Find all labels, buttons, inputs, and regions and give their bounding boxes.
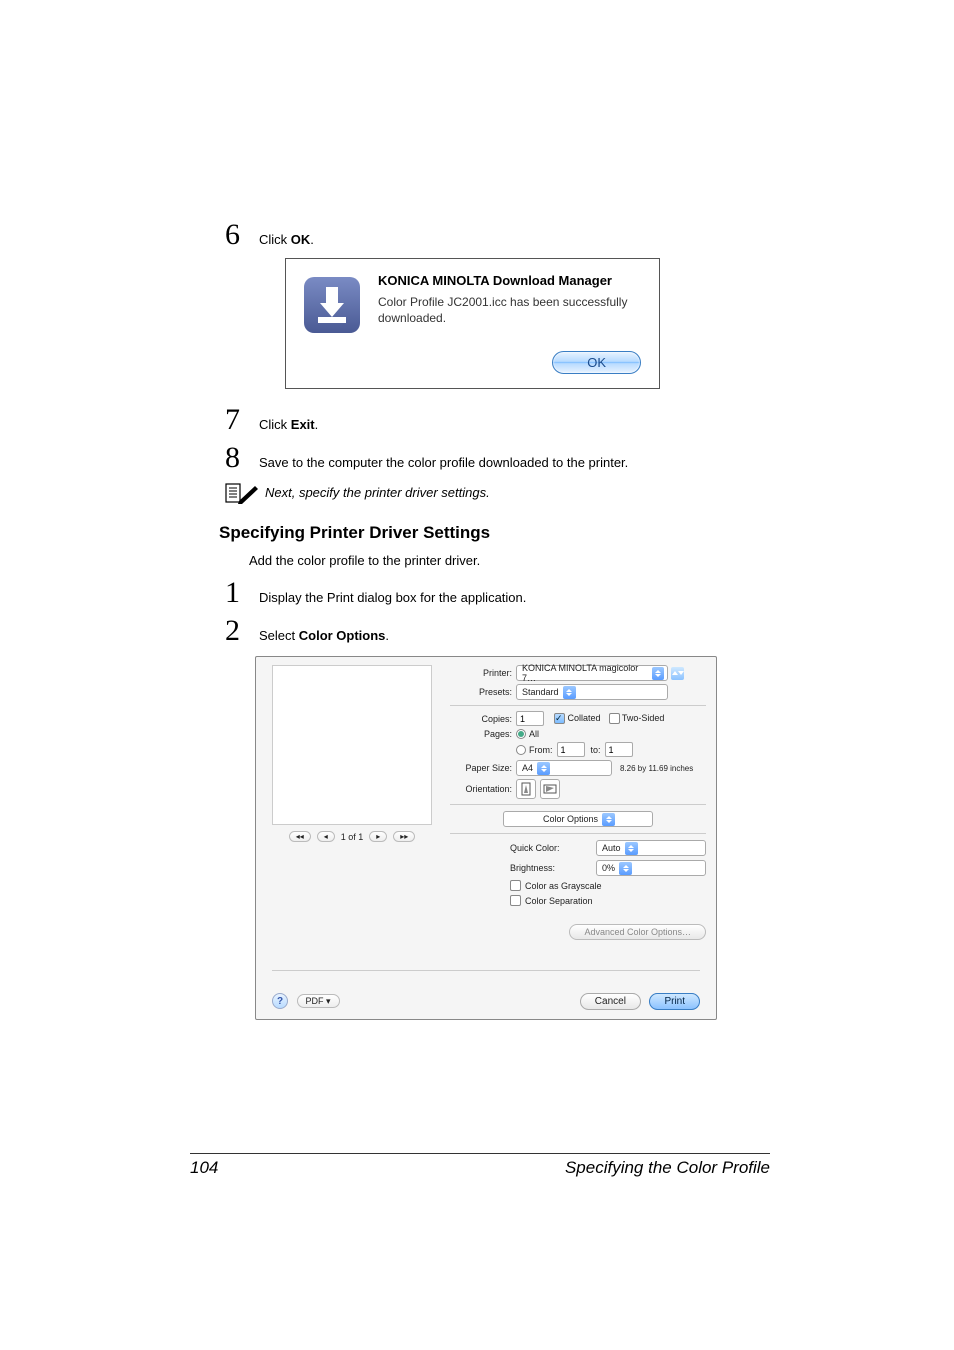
section-intro: Add the color profile to the printer dri… [249, 553, 765, 568]
orientation-label: Orientation: [450, 784, 512, 794]
pdf-menu-button[interactable]: PDF ▾ [297, 994, 340, 1008]
preview-next-button[interactable]: ▸ [369, 831, 387, 842]
step-text: Display the Print dialog box for the app… [259, 590, 526, 605]
dropdown-arrow-icon [625, 842, 638, 855]
orientation-landscape-button[interactable] [540, 779, 560, 799]
dialog-title: KONICA MINOLTA Download Manager [378, 273, 641, 288]
quick-color-label: Quick Color: [510, 843, 596, 853]
step-text: Click Exit. [259, 417, 318, 432]
printer-info-button[interactable] [671, 667, 684, 680]
print-dialog: ◂◂◂ 1 of 1 ▸▸▸ Printer: KONICA MINOLTA m… [255, 656, 717, 1020]
cancel-button[interactable]: Cancel [580, 993, 641, 1010]
preview-page-indicator: 1 of 1 [341, 832, 364, 842]
copies-label: Copies: [450, 714, 512, 724]
copies-input[interactable] [516, 711, 544, 726]
footer-title: Specifying the Color Profile [565, 1158, 770, 1178]
ok-button[interactable]: OK [552, 351, 641, 374]
note-text: Next, specify the printer driver setting… [265, 485, 490, 500]
dialog-message: Color Profile JC2001.icc has been succes… [378, 294, 641, 326]
step-number: 2 [225, 614, 255, 648]
paper-size-label: Paper Size: [450, 763, 512, 773]
pages-label: Pages: [450, 729, 512, 739]
two-sided-label: Two-Sided [622, 713, 665, 723]
collated-label: Collated [568, 713, 601, 723]
quick-color-select[interactable]: Auto [596, 840, 706, 856]
pages-all-label: All [529, 729, 539, 739]
color-separation-label: Color Separation [525, 896, 593, 906]
printer-select[interactable]: KONICA MINOLTA magicolor 7… [516, 665, 668, 681]
step-number: 8 [225, 441, 255, 475]
preview-prev-button[interactable]: ◂ [317, 831, 335, 842]
presets-label: Presets: [450, 687, 512, 697]
options-panel-select[interactable]: Color Options [503, 811, 653, 827]
presets-select[interactable]: Standard [516, 684, 668, 700]
step-number: 7 [225, 403, 255, 437]
pages-all-radio[interactable] [516, 729, 526, 739]
print-button[interactable]: Print [649, 993, 700, 1010]
help-button[interactable]: ? [272, 993, 288, 1009]
note-icon [225, 481, 257, 503]
step-7: 7 Click Exit. [225, 403, 765, 437]
pages-from-radio[interactable] [516, 745, 526, 755]
step-number: 6 [225, 218, 255, 252]
two-sided-checkbox[interactable] [609, 713, 620, 724]
step-8: 8 Save to the computer the color profile… [225, 441, 765, 475]
section-heading: Specifying Printer Driver Settings [219, 523, 765, 543]
grayscale-label: Color as Grayscale [525, 881, 602, 891]
dropdown-arrow-icon [537, 762, 550, 775]
step-text: Save to the computer the color profile d… [259, 455, 628, 470]
step-text: Select Color Options. [259, 628, 389, 643]
grayscale-checkbox[interactable] [510, 880, 521, 891]
pages-to-input[interactable] [605, 742, 633, 757]
pages-to-label: to: [591, 745, 601, 755]
advanced-color-options-button[interactable]: Advanced Color Options… [569, 924, 706, 940]
preview-first-button[interactable]: ◂◂ [289, 831, 311, 842]
orientation-portrait-button[interactable] [516, 779, 536, 799]
download-manager-dialog: KONICA MINOLTA Download Manager Color Pr… [285, 258, 660, 389]
dropdown-arrow-icon [619, 862, 632, 875]
dropdown-arrow-icon [563, 686, 576, 699]
download-manager-app-icon [300, 273, 364, 337]
preview-last-button[interactable]: ▸▸ [393, 831, 415, 842]
step-2b: 2 Select Color Options. [225, 614, 765, 648]
page-number: 104 [190, 1158, 218, 1178]
brightness-label: Brightness: [510, 863, 596, 873]
print-preview-thumbnail [272, 665, 432, 825]
step-number: 1 [225, 576, 255, 610]
pages-from-label: From: [529, 745, 553, 755]
collated-checkbox[interactable] [554, 713, 565, 724]
dropdown-arrow-icon [602, 813, 615, 826]
step-1b: 1 Display the Print dialog box for the a… [225, 576, 765, 610]
step-6: 6 Click OK. [225, 218, 765, 252]
pages-from-input[interactable] [557, 742, 585, 757]
color-separation-checkbox[interactable] [510, 895, 521, 906]
page-footer: 104 Specifying the Color Profile [190, 1153, 770, 1178]
step-text: Click OK. [259, 232, 314, 247]
paper-size-dimensions: 8.26 by 11.69 inches [620, 764, 693, 773]
preview-pagination: ◂◂◂ 1 of 1 ▸▸▸ [272, 831, 432, 842]
printer-label: Printer: [450, 668, 512, 678]
paper-size-select[interactable]: A4 [516, 760, 612, 776]
dropdown-arrow-icon [652, 667, 664, 680]
note: Next, specify the printer driver setting… [225, 481, 765, 503]
brightness-select[interactable]: 0% [596, 860, 706, 876]
